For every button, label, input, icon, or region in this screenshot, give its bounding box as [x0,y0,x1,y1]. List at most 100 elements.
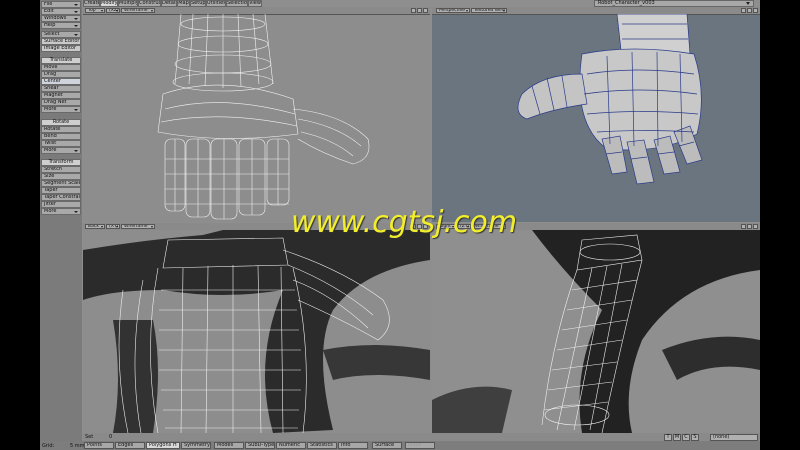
center-button[interactable]: Center [41,78,81,85]
viewport-perspective-view-select[interactable]: Perspective [436,8,470,13]
rotate-button[interactable]: Rotate [41,126,81,133]
segment-scale-button[interactable]: Segment Scale [41,180,81,187]
polygons-mode-button[interactable]: Polygons H [146,442,180,449]
rotate-more-menu[interactable]: More [41,147,81,154]
twist-button[interactable]: Twist [41,140,81,147]
move-button[interactable]: Move [41,64,81,71]
jitter-button[interactable]: Jitter [41,201,81,208]
viewport-right-axis-select[interactable]: (ZY) [457,224,471,229]
polygons-count: H [172,442,177,448]
selection-set-select[interactable]: (none) [710,434,758,441]
tab-map[interactable]: Map [177,0,190,7]
move-view-icon[interactable] [411,224,416,229]
maximize-view-icon[interactable] [423,224,428,229]
help-menu[interactable]: Help [41,22,81,29]
tab-modify[interactable]: Modify [100,0,118,7]
viewport-top[interactable]: Top (XZ) Wireframe [83,7,430,222]
polygons-label: Polygons [149,442,172,448]
top-tab-bar: Create Modify Multiply Construct Detail … [83,0,343,7]
wireframe-hand-top [157,14,370,220]
translate-more-menu[interactable]: More [41,106,81,113]
tab-construct[interactable]: Construct [138,0,161,7]
viewport-back-mode-select[interactable]: Wireframe [121,224,155,229]
select-menu[interactable]: Select [41,31,81,38]
taper-constrain-button[interactable]: Taper Constrain [41,194,81,201]
viewport-right-mode-select[interactable]: Wireframe [472,224,506,229]
transform-more-menu[interactable]: More [41,208,81,215]
points-mode-button[interactable]: Points [84,442,114,449]
stretch-button[interactable]: Stretch [41,166,81,173]
viewport-top-mode-select[interactable]: Wireframe [121,8,155,13]
viewport-top-axis-select[interactable]: (XZ) [106,8,120,13]
move-view-icon[interactable] [411,8,416,13]
image-editor-button[interactable]: Image Editor [41,45,81,52]
wireframe-hand-right [432,230,760,433]
t-toggle[interactable]: T [664,434,672,441]
edit-menu[interactable]: Edit [41,8,81,15]
tab-detail[interactable]: Detail [161,0,177,7]
rotate-header: Rotate [41,119,81,126]
tab-setup[interactable]: Setup [190,0,206,7]
viewport-top-canvas[interactable] [83,14,430,222]
viewport-perspective-canvas[interactable] [432,14,760,222]
viewport-right[interactable]: Right (ZY) Wireframe [432,223,760,433]
set-label: Set [85,434,94,440]
windows-menu[interactable]: Windows [41,15,81,22]
m-toggle[interactable]: M [673,434,681,441]
modeler-window: File Edit Windows Help Select Surface Ed… [40,0,760,450]
info-button[interactable]: Info [338,442,368,449]
maximize-view-icon[interactable] [753,8,758,13]
statistics-button[interactable]: Statistics [307,442,337,449]
edges-mode-button[interactable]: Edges [115,442,145,449]
s-toggle[interactable]: S [691,434,699,441]
viewport-right-view-select[interactable]: Right [436,224,456,229]
tab-view[interactable]: View [248,0,262,7]
move-view-icon[interactable] [741,8,746,13]
tab-selection[interactable]: Selection [226,0,248,7]
maximize-view-icon[interactable] [423,8,428,13]
viewport-top-view-select[interactable]: Top [85,8,105,13]
symmetry-button[interactable]: Symmetry [181,442,211,449]
viewport-back-axis-select[interactable]: (XY) [106,224,120,229]
scene-name: Robot_Character_v003 [598,0,655,6]
magnet-button[interactable]: Magnet [41,92,81,99]
c-toggle[interactable]: C [682,434,690,441]
file-menu[interactable]: File [41,1,81,8]
viewport-right-canvas[interactable] [432,230,760,433]
set-value: 0 [109,434,113,440]
viewport-perspective[interactable]: Perspective Textured Wire [432,7,760,222]
numeric-button[interactable]: Numeric [276,442,306,449]
drag-net-button[interactable]: Drag Net [41,99,81,106]
modes-button[interactable]: Modes [214,442,244,449]
move-view-icon[interactable] [741,224,746,229]
size-button[interactable]: Size [41,173,81,180]
wireframe-hand-back [83,230,430,433]
status-line: Set 0 [83,433,760,441]
zoom-view-icon[interactable] [747,8,752,13]
viewport-back[interactable]: Back (XY) Wireframe [83,223,430,433]
shear-button[interactable]: Shear [41,85,81,92]
grid-label: Grid: [42,443,55,449]
taper-button[interactable]: Taper [41,187,81,194]
surface-editor-button[interactable]: Surface Editor [41,38,81,45]
bend-button[interactable]: Bend [41,133,81,140]
maximize-view-icon[interactable] [753,224,758,229]
zoom-view-icon[interactable] [417,224,422,229]
shaded-hand-perspective [517,14,703,185]
scene-selector[interactable]: Robot_Character_v003 [594,0,754,7]
viewport-back-view-select[interactable]: Back [85,224,105,229]
viewport-perspective-mode-select[interactable]: Textured Wire [471,8,507,13]
left-tool-panel: File Edit Windows Help Select Surface Ed… [40,0,82,450]
zoom-view-icon[interactable] [417,8,422,13]
tab-utilities[interactable]: Utilities [206,0,226,7]
drag-button[interactable]: Drag [41,71,81,78]
viewport-back-canvas[interactable] [83,230,430,433]
translate-header: Translate [41,57,81,64]
chevron-down-icon [746,2,750,5]
tab-multiply[interactable]: Multiply [118,0,138,7]
zoom-view-icon[interactable] [747,224,752,229]
make-button[interactable]: Make [405,442,435,449]
tab-create[interactable]: Create [83,0,100,7]
subd-type-button[interactable]: SubD-Type [245,442,275,449]
surface-button[interactable]: Surface [372,442,402,449]
